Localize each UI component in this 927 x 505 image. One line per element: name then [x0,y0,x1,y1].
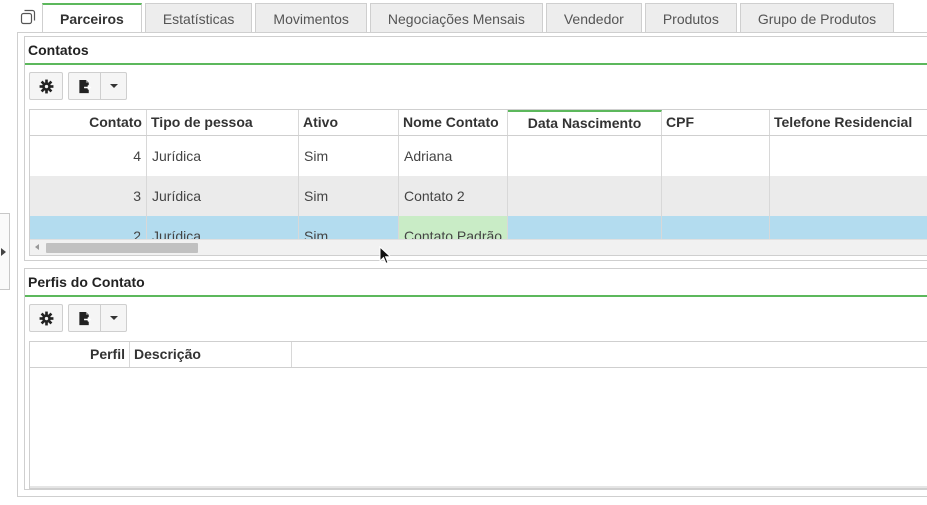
column-header-ativo[interactable]: Ativo [299,110,399,135]
window-restore-icon[interactable] [20,9,36,25]
gear-icon [39,79,53,93]
grid-bottom-border [30,486,927,488]
horizontal-scrollbar[interactable] [30,239,927,255]
column-header-telefone-residencial[interactable]: Telefone Residencial [770,110,927,135]
perfis-export-button[interactable] [69,305,101,331]
export-file-icon [78,311,91,325]
perfis-grid-header: Perfil Descrição [30,342,927,368]
table-row[interactable]: 4 Jurídica Sim Adriana [30,136,927,176]
column-header-descricao[interactable]: Descrição [130,342,292,367]
cell-contato[interactable]: 4 [30,136,147,176]
scrollbar-thumb[interactable] [46,243,198,253]
contacts-toolbar [29,72,127,100]
contacts-section: Contatos Contato Tipo de pessoa Ativo No… [24,36,927,261]
tab-bar: Parceiros Estatísticas Movimentos Negoci… [42,3,897,32]
cell-cpf[interactable] [662,136,770,176]
cell-tipo[interactable]: Jurídica [147,136,299,176]
cell-contato[interactable]: 3 [30,176,147,216]
caret-down-icon [109,316,118,320]
contacts-grid-header: Contato Tipo de pessoa Ativo Nome Contat… [30,110,927,136]
mouse-cursor-icon [379,246,392,265]
cell-telefone[interactable] [770,176,927,216]
table-row[interactable]: 3 Jurídica Sim Contato 2 [30,176,927,216]
column-header-contato[interactable]: Contato [30,110,147,135]
cell-nascimento[interactable] [508,136,662,176]
export-file-icon [78,79,91,93]
contacts-export-split-button [68,72,127,100]
cell-cpf[interactable] [662,176,770,216]
column-header-cpf[interactable]: CPF [662,110,770,135]
caret-right-icon [1,248,6,256]
contacts-settings-button[interactable] [29,72,63,100]
side-panel-toggle[interactable] [0,213,10,290]
tab-estatisticas[interactable]: Estatísticas [144,3,253,32]
contacts-title: Contatos [25,37,927,65]
cell-nome[interactable]: Adriana [399,136,508,176]
column-header-perfil[interactable]: Perfil [30,342,130,367]
tab-vendedor[interactable]: Vendedor [545,3,642,32]
tab-grupo-de-produtos[interactable]: Grupo de Produtos [739,3,895,32]
perfis-export-split-button [68,304,127,332]
tab-content-panel: Contatos Contato Tipo de pessoa Ativo No… [17,32,927,497]
perfis-toolbar [29,304,127,332]
tab-movimentos[interactable]: Movimentos [255,3,367,32]
scroll-left-icon[interactable] [35,244,39,250]
perfis-section: Perfis do Contato Perfil Descrição [24,268,927,490]
perfis-settings-button[interactable] [29,304,63,332]
cell-ativo[interactable]: Sim [299,176,399,216]
cell-telefone[interactable] [770,136,927,176]
contacts-export-button[interactable] [69,73,101,99]
cell-nascimento[interactable] [508,176,662,216]
tab-parceiros[interactable]: Parceiros [42,3,142,32]
column-header-tipo-de-pessoa[interactable]: Tipo de pessoa [147,110,299,135]
cell-tipo[interactable]: Jurídica [147,176,299,216]
cell-ativo[interactable]: Sim [299,136,399,176]
perfis-grid: Perfil Descrição [29,341,927,489]
column-header-data-nascimento[interactable]: Data Nascimento [508,110,662,135]
tab-negociacoes-mensais[interactable]: Negociações Mensais [369,3,543,32]
tab-produtos[interactable]: Produtos [644,3,737,32]
contacts-export-dropdown[interactable] [101,73,126,99]
cell-nome[interactable]: Contato 2 [399,176,508,216]
gear-icon [39,311,53,325]
perfis-export-dropdown[interactable] [101,305,126,331]
perfis-title: Perfis do Contato [25,269,927,297]
contacts-grid: Contato Tipo de pessoa Ativo Nome Contat… [29,109,927,256]
caret-down-icon [109,84,118,88]
column-header-nome-contato[interactable]: Nome Contato [399,110,508,135]
